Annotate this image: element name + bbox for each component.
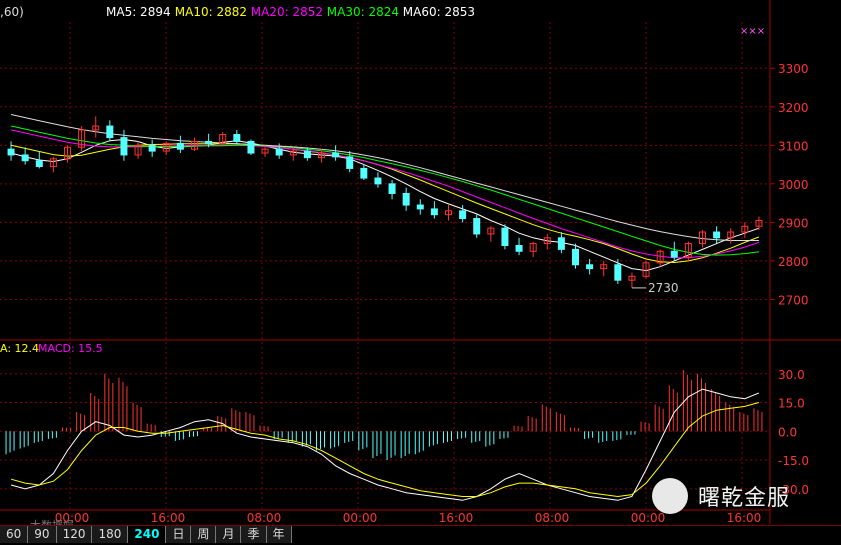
low-marker-label: 2730: [648, 281, 679, 295]
price-tick-label: 2700: [778, 293, 809, 307]
candle-body: [586, 264, 594, 270]
price-tick-label: 3000: [778, 178, 809, 192]
candle-body: [21, 154, 29, 162]
candle-body: [374, 177, 382, 185]
ma10-line: [10, 143, 760, 264]
price-tick-label: 2900: [778, 216, 809, 230]
candle-body: [106, 125, 114, 139]
candle-body: [7, 148, 15, 156]
ma-legend-item: MA30: 2824: [327, 5, 399, 19]
candle-body: [148, 144, 156, 152]
candle-body: [670, 250, 678, 258]
macd-tick-label: 15.0: [778, 397, 805, 411]
ma-legend-item: MA10: 2882: [175, 5, 247, 19]
corner-mark: ×××: [740, 26, 766, 37]
candle-body: [346, 156, 354, 169]
candle-body: [557, 237, 565, 250]
ma-params-label: ,60): [0, 5, 24, 19]
macd-tick-label: 0.0: [778, 425, 797, 439]
macd-legend: MACD: 15.5: [38, 342, 103, 355]
time-label: 08:00: [535, 511, 570, 525]
price-tick-label: 2800: [778, 255, 809, 269]
tab-7[interactable]: 月: [216, 526, 242, 543]
watermark-text: 曙乾金服: [698, 486, 791, 511]
price-chart[interactable]: 3300 3200 3100 3000 2900 2800 2700 30.0 15.0 0.0 -…: [0, 0, 841, 544]
candle-body: [416, 204, 424, 210]
macd-tick-label: 30.0: [778, 368, 805, 382]
tab-9[interactable]: 年: [266, 526, 292, 543]
candle-body: [120, 137, 128, 156]
candle-body: [233, 134, 241, 142]
price-tick-label: 3200: [778, 101, 809, 115]
time-label: 00:00: [343, 511, 378, 525]
watermark: 曙乾金服: [652, 478, 790, 514]
candle-body: [501, 227, 509, 247]
candle-body: [430, 208, 438, 216]
candle-body: [176, 142, 184, 150]
candle-body: [275, 148, 283, 156]
candle-body: [360, 167, 368, 179]
dea-legend: A: 12.4: [0, 342, 39, 355]
wechat-logo-icon: [652, 478, 688, 514]
candle-body: [205, 140, 213, 144]
tab-0[interactable]: 60: [0, 526, 29, 543]
time-label: 08:00: [247, 511, 282, 525]
price-tick-label: 3100: [778, 139, 809, 153]
tab-4[interactable]: 240: [128, 526, 167, 543]
candle-body: [572, 248, 579, 266]
candle-body: [515, 245, 523, 252]
candle-body: [473, 218, 481, 235]
candle-body: [402, 192, 410, 206]
candle-body: [332, 152, 340, 158]
time-label: 16:00: [439, 511, 474, 525]
candle-body: [388, 183, 396, 194]
period-tabs: 60 90 120 180 240 日周月季年: [0, 525, 841, 545]
candle-body: [35, 160, 43, 168]
tab-1[interactable]: 90: [28, 526, 57, 543]
candle-body: [303, 150, 311, 159]
price-tick-label: 3300: [778, 62, 809, 76]
tab-3[interactable]: 180: [92, 526, 129, 543]
ma-legend-item: MA20: 2852: [251, 5, 323, 19]
candle-body: [459, 210, 467, 220]
candle-body: [614, 264, 622, 281]
tab-2[interactable]: 120: [56, 526, 93, 543]
tab-8[interactable]: 季: [241, 526, 267, 543]
ma60-line: [10, 114, 759, 241]
tab-6[interactable]: 周: [191, 526, 217, 543]
time-label: 16:00: [151, 511, 186, 525]
candle-body: [247, 140, 255, 154]
ma-legend-item: MA60: 2853: [403, 5, 475, 19]
tab-5[interactable]: 日: [166, 526, 192, 543]
macd-tick-label: -15.0: [778, 454, 809, 468]
candle-body: [713, 231, 721, 239]
ma-legend-item: MA5: 2894: [106, 5, 171, 19]
